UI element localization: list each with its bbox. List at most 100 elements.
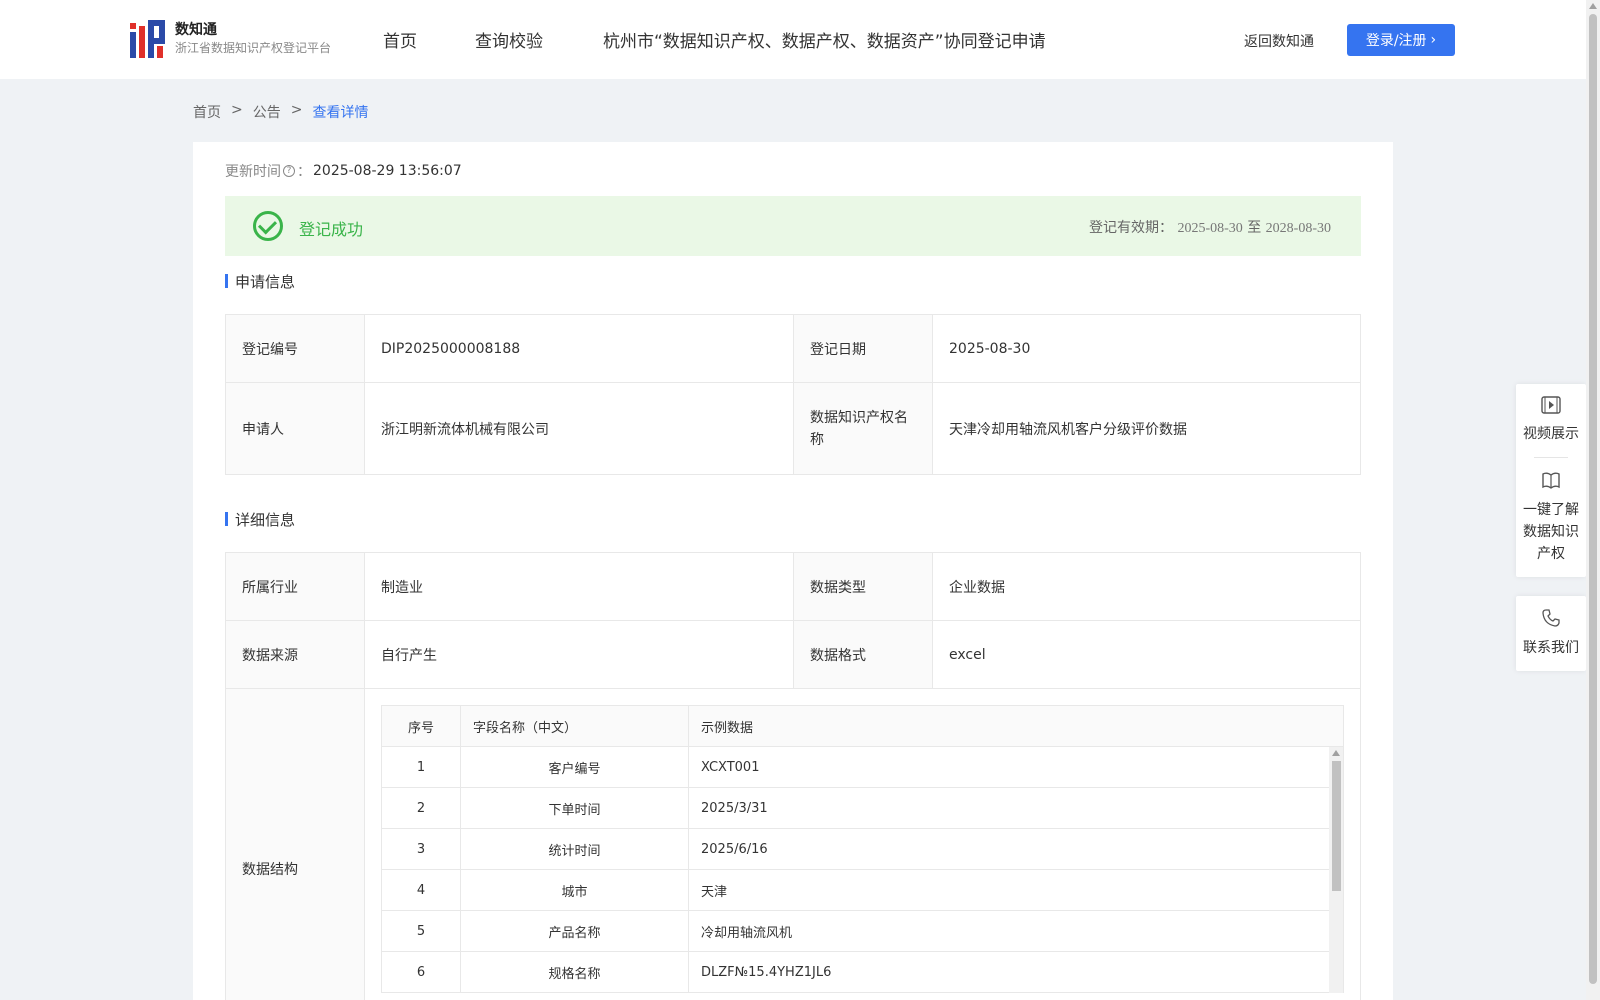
float-video-showcase[interactable]: 视频展示 bbox=[1516, 384, 1586, 457]
data-type-label: 数据类型 bbox=[793, 552, 933, 621]
login-button-label: 登录/注册 bbox=[1365, 33, 1427, 49]
table-row: 数据结构 序号 字段名称（中文） 示例数据 1 客户编号 XCXT001 2 下… bbox=[225, 688, 1361, 1000]
site-logo[interactable]: 数知通 浙江省数据知识产权登记平台 bbox=[130, 20, 331, 58]
structure-cell: 序号 字段名称（中文） 示例数据 1 客户编号 XCXT001 2 下单时间 2… bbox=[364, 688, 1361, 1000]
application-info-table: 登记编号 DIP2025000008188 登记日期 2025-08-30 申请… bbox=[225, 314, 1361, 475]
table-row: 2 下单时间 2025/3/31 bbox=[381, 787, 1344, 829]
structure-header-row: 序号 字段名称（中文） 示例数据 bbox=[381, 705, 1344, 747]
row-index: 3 bbox=[381, 828, 461, 870]
structure-label: 数据结构 bbox=[225, 688, 365, 1000]
row-index: 2 bbox=[381, 787, 461, 829]
row-sample: 2025/6/16 bbox=[688, 828, 1344, 870]
scrollbar-thumb[interactable] bbox=[1332, 761, 1341, 891]
row-sample: DLZF№15.4YHZ1JL6 bbox=[688, 951, 1344, 993]
help-icon[interactable]: ? bbox=[283, 165, 295, 177]
validity-period: 登记有效期： 2025-08-30 至 2028-08-30 bbox=[1089, 217, 1331, 237]
page-scrollbar[interactable] bbox=[1586, 0, 1600, 1000]
scroll-up-arrow-icon[interactable] bbox=[1589, 3, 1597, 9]
breadcrumb-home[interactable]: 首页 bbox=[193, 102, 221, 122]
update-time-row: 更新时间 ? ： 2025-08-29 13:56:07 bbox=[225, 161, 462, 181]
logo-subtitle: 浙江省数据知识产权登记平台 bbox=[175, 41, 332, 55]
industry-value: 制造业 bbox=[364, 552, 794, 621]
status-banner: 登记成功 登记有效期： 2025-08-30 至 2028-08-30 bbox=[225, 196, 1361, 256]
chevron-right-icon: › bbox=[1430, 32, 1437, 48]
format-value: excel bbox=[932, 620, 1361, 689]
scroll-up-arrow-icon[interactable] bbox=[1332, 750, 1340, 756]
row-field-name: 下单时间 bbox=[460, 787, 689, 829]
row-sample: 2025/3/31 bbox=[688, 787, 1344, 829]
ip-name-label: 数据知识产权名称 bbox=[793, 382, 933, 475]
logo-mark-icon bbox=[130, 20, 165, 58]
applicant-label: 申请人 bbox=[225, 382, 365, 475]
reg-no-value: DIP2025000008188 bbox=[364, 314, 794, 383]
reg-date-label: 登记日期 bbox=[793, 314, 933, 383]
row-field-name: 客户编号 bbox=[460, 746, 689, 788]
row-index: 1 bbox=[381, 746, 461, 788]
book-icon bbox=[1520, 470, 1582, 495]
structure-table-wrap: 序号 字段名称（中文） 示例数据 1 客户编号 XCXT001 2 下单时间 2… bbox=[381, 705, 1344, 993]
structure-table-scrollbar[interactable] bbox=[1329, 747, 1343, 993]
source-value: 自行产生 bbox=[364, 620, 794, 689]
phone-icon bbox=[1520, 608, 1582, 633]
row-sample: XCXT001 bbox=[688, 746, 1344, 788]
update-time-label: 更新时间 bbox=[225, 164, 281, 180]
row-field-name: 规格名称 bbox=[460, 951, 689, 993]
float-learn-data-ip[interactable]: 一键了解数据知识产权 bbox=[1516, 458, 1586, 577]
table-row: 6 规格名称 DLZF№15.4YHZ1JL6 bbox=[381, 951, 1344, 993]
industry-label: 所属行业 bbox=[225, 552, 365, 621]
table-row: 登记编号 DIP2025000008188 登记日期 2025-08-30 bbox=[225, 314, 1361, 383]
breadcrumb-separator: > bbox=[231, 102, 243, 118]
nav-hangzhou-registration[interactable]: 杭州市“数据知识产权、数据产权、数据资产”协同登记申请 bbox=[603, 27, 1046, 52]
validity-to: 至 bbox=[1247, 220, 1262, 236]
structure-table: 序号 字段名称（中文） 示例数据 1 客户编号 XCXT001 2 下单时间 2… bbox=[381, 705, 1344, 993]
row-index: 5 bbox=[381, 910, 461, 952]
status-text: 登记成功 bbox=[299, 220, 364, 239]
video-icon bbox=[1520, 396, 1582, 419]
table-row: 申请人 浙江明新流体机械有限公司 数据知识产权名称 天津冷却用轴流风机客户分级评… bbox=[225, 382, 1361, 475]
return-link[interactable]: 返回数知通 bbox=[1244, 31, 1314, 51]
table-row: 4 城市 天津 bbox=[381, 869, 1344, 911]
col-header-index: 序号 bbox=[381, 705, 461, 747]
col-header-field-name: 字段名称（中文） bbox=[460, 705, 689, 747]
row-field-name: 城市 bbox=[460, 869, 689, 911]
detail-info-table: 所属行业 制造业 数据类型 企业数据 数据来源 自行产生 数据格式 excel … bbox=[225, 552, 1361, 1000]
table-row: 3 统计时间 2025/6/16 bbox=[381, 828, 1344, 870]
top-header: 数知通 浙江省数据知识产权登记平台 首页 查询校验 杭州市“数据知识产权、数据产… bbox=[0, 0, 1586, 79]
update-time-value: 2025-08-29 13:56:07 bbox=[313, 163, 462, 179]
table-row: 所属行业 制造业 数据类型 企业数据 bbox=[225, 552, 1361, 621]
section-application-title: 申请信息 bbox=[225, 271, 295, 292]
source-label: 数据来源 bbox=[225, 620, 365, 689]
row-index: 4 bbox=[381, 869, 461, 911]
detail-card: 更新时间 ? ： 2025-08-29 13:56:07 登记成功 登记有效期：… bbox=[193, 142, 1393, 1000]
row-field-name: 产品名称 bbox=[460, 910, 689, 952]
validity-start: 2025-08-30 bbox=[1177, 221, 1243, 236]
page-scrollbar-thumb[interactable] bbox=[1589, 14, 1597, 984]
applicant-value: 浙江明新流体机械有限公司 bbox=[364, 382, 794, 475]
float-contact-label: 联系我们 bbox=[1523, 640, 1579, 656]
validity-end: 2028-08-30 bbox=[1265, 221, 1331, 236]
float-video-label: 视频展示 bbox=[1523, 426, 1579, 442]
format-label: 数据格式 bbox=[793, 620, 933, 689]
reg-no-label: 登记编号 bbox=[225, 314, 365, 383]
breadcrumb-notice[interactable]: 公告 bbox=[253, 102, 281, 122]
float-learn-label: 一键了解数据知识产权 bbox=[1523, 502, 1579, 562]
section-detail-title: 详细信息 bbox=[225, 509, 295, 530]
float-panel-main: 视频展示 一键了解数据知识产权 bbox=[1516, 384, 1586, 577]
logo-title: 数知通 bbox=[175, 22, 217, 38]
check-circle-icon bbox=[253, 211, 283, 241]
table-row: 数据来源 自行产生 数据格式 excel bbox=[225, 620, 1361, 689]
nav-query-verify[interactable]: 查询校验 bbox=[475, 27, 543, 52]
row-sample: 天津 bbox=[688, 869, 1344, 911]
col-header-sample: 示例数据 bbox=[688, 705, 1344, 747]
login-register-button[interactable]: 登录/注册 › bbox=[1347, 24, 1455, 56]
row-field-name: 统计时间 bbox=[460, 828, 689, 870]
breadcrumb-current: 查看详情 bbox=[312, 105, 369, 121]
reg-date-value: 2025-08-30 bbox=[932, 314, 1361, 383]
float-panel-contact: 联系我们 bbox=[1516, 596, 1586, 671]
breadcrumb-separator: > bbox=[290, 102, 303, 118]
nav-home[interactable]: 首页 bbox=[383, 27, 417, 52]
float-contact-us[interactable]: 联系我们 bbox=[1516, 596, 1586, 671]
row-index: 6 bbox=[381, 951, 461, 993]
breadcrumb: 首页 > 公告 > 查看详情 bbox=[193, 102, 368, 122]
table-row: 1 客户编号 XCXT001 bbox=[381, 746, 1344, 788]
